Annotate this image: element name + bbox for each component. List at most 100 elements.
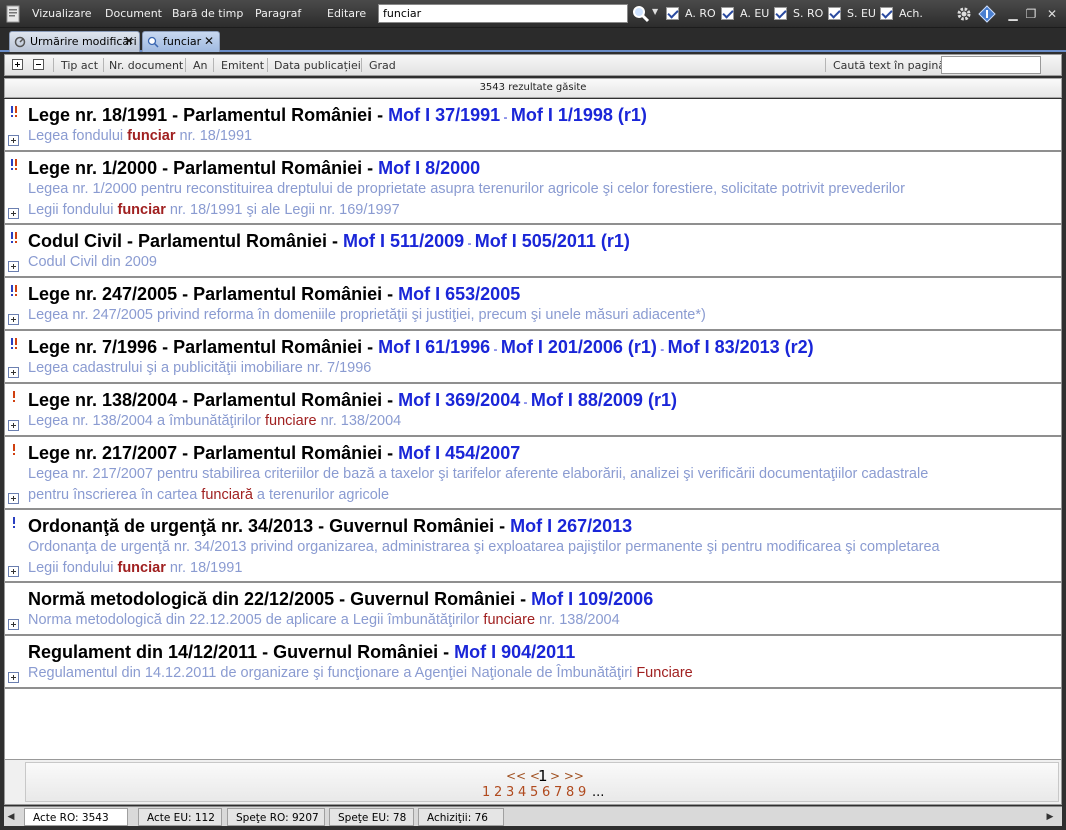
column-tip-act[interactable]: Tip act bbox=[61, 59, 98, 72]
result-row[interactable]: Lege nr. 7/1996 - Parlamentul României -… bbox=[5, 331, 1062, 384]
menu-vizualizare[interactable]: Vizualizare bbox=[32, 7, 92, 20]
expand-result-icon[interactable] bbox=[8, 566, 19, 577]
result-title[interactable]: Lege nr. 217/2007 - Parlamentul României… bbox=[28, 443, 520, 464]
act-title[interactable]: Normă metodologică din 22/12/2005 - Guve… bbox=[28, 589, 531, 609]
act-title[interactable]: Lege nr. 18/1991 - Parlamentul României … bbox=[28, 105, 388, 125]
expand-result-icon[interactable] bbox=[8, 420, 19, 431]
act-title[interactable]: Regulament din 14/12/2011 - Guvernul Rom… bbox=[28, 642, 454, 662]
act-title[interactable]: Codul Civil - Parlamentul României - bbox=[28, 231, 343, 251]
result-row[interactable]: Lege nr. 18/1991 - Parlamentul României … bbox=[5, 99, 1062, 152]
bottom-tab-acte-eu[interactable]: Acte EU: 112 bbox=[138, 808, 222, 826]
column-grad[interactable]: Grad bbox=[369, 59, 396, 72]
page-link[interactable]: 4 bbox=[518, 785, 526, 800]
next-last-page-link[interactable]: > >> bbox=[550, 769, 584, 783]
act-title[interactable]: Ordonanţă de urgenţă nr. 34/2013 - Guver… bbox=[28, 516, 510, 536]
monitorul-oficial-link[interactable]: Mof I 37/1991 bbox=[388, 105, 500, 125]
search-options-chevron-icon[interactable]: ▼ bbox=[652, 7, 658, 16]
close-window-icon[interactable]: ✕ bbox=[1043, 5, 1061, 23]
bottom-tab-achizitii[interactable]: Achiziţii: 76 bbox=[418, 808, 504, 826]
filter-checkbox-ach[interactable] bbox=[880, 7, 893, 20]
expand-result-icon[interactable] bbox=[8, 672, 19, 683]
page-link[interactable]: 3 bbox=[506, 785, 514, 800]
result-row[interactable]: Lege nr. 217/2007 - Parlamentul României… bbox=[5, 437, 1062, 510]
bottom-tab-spete-eu[interactable]: Speţe EU: 78 bbox=[329, 808, 414, 826]
act-title[interactable]: Lege nr. 7/1996 - Parlamentul României - bbox=[28, 337, 378, 357]
act-title[interactable]: Lege nr. 247/2005 - Parlamentul României… bbox=[28, 284, 398, 304]
expand-result-icon[interactable] bbox=[8, 493, 19, 504]
menu-paragraf[interactable]: Paragraf bbox=[255, 7, 301, 20]
page-link[interactable]: 1 bbox=[482, 785, 490, 800]
monitorul-oficial-link[interactable]: Mof I 88/2009 (r1) bbox=[531, 390, 677, 410]
menu-editare[interactable]: Editare bbox=[327, 7, 366, 20]
page-link[interactable]: 9 bbox=[578, 785, 586, 800]
monitorul-oficial-link[interactable]: Mof I 1/1998 (r1) bbox=[511, 105, 647, 125]
page-link[interactable]: 2 bbox=[494, 785, 502, 800]
result-title[interactable]: Ordonanţă de urgenţă nr. 34/2013 - Guver… bbox=[28, 516, 632, 537]
filter-checkbox-s-eu[interactable] bbox=[828, 7, 841, 20]
monitorul-oficial-link[interactable]: Mof I 505/2011 (r1) bbox=[475, 231, 630, 251]
result-row[interactable]: Lege nr. 1/2000 - Parlamentul României -… bbox=[5, 152, 1062, 225]
help-diamond-icon[interactable] bbox=[978, 5, 996, 23]
monitorul-oficial-link[interactable]: Mof I 904/2011 bbox=[454, 642, 575, 662]
column-nr-document[interactable]: Nr. document bbox=[109, 59, 183, 72]
filter-checkbox-s-ro[interactable] bbox=[774, 7, 787, 20]
result-title[interactable]: Regulament din 14/12/2011 - Guvernul Rom… bbox=[28, 642, 575, 663]
monitorul-oficial-link[interactable]: Mof I 511/2009 bbox=[343, 231, 464, 251]
column-an[interactable]: An bbox=[193, 59, 208, 72]
bottom-tab-spete-ro[interactable]: Speţe RO: 9207 bbox=[227, 808, 325, 826]
collapse-all-icon[interactable] bbox=[33, 59, 44, 70]
result-row[interactable]: Regulament din 14/12/2011 - Guvernul Rom… bbox=[5, 636, 1062, 689]
result-title[interactable]: Lege nr. 247/2005 - Parlamentul României… bbox=[28, 284, 520, 305]
monitorul-oficial-link[interactable]: Mof I 653/2005 bbox=[398, 284, 520, 304]
expand-result-icon[interactable] bbox=[8, 314, 19, 325]
first-prev-page-link[interactable]: << < bbox=[506, 769, 540, 783]
monitorul-oficial-link[interactable]: Mof I 109/2006 bbox=[531, 589, 653, 609]
result-row[interactable]: Ordonanţă de urgenţă nr. 34/2013 - Guver… bbox=[5, 510, 1062, 583]
column-emitent[interactable]: Emitent bbox=[221, 59, 264, 72]
expand-result-icon[interactable] bbox=[8, 208, 19, 219]
restore-icon[interactable]: ❐ bbox=[1022, 5, 1040, 23]
result-row[interactable]: Codul Civil - Parlamentul României - Mof… bbox=[5, 225, 1062, 278]
page-link[interactable]: 7 bbox=[554, 785, 562, 800]
monitorul-oficial-link[interactable]: Mof I 267/2013 bbox=[510, 516, 632, 536]
expand-result-icon[interactable] bbox=[8, 261, 19, 272]
monitorul-oficial-link[interactable]: Mof I 369/2004 bbox=[398, 390, 520, 410]
result-title[interactable]: Lege nr. 138/2004 - Parlamentul României… bbox=[28, 390, 677, 411]
minimize-icon[interactable]: ▁ bbox=[1004, 5, 1022, 23]
result-title[interactable]: Lege nr. 18/1991 - Parlamentul României … bbox=[28, 105, 647, 126]
expand-result-icon[interactable] bbox=[8, 367, 19, 378]
bottom-tab-acte-ro[interactable]: Acte RO: 3543 bbox=[24, 808, 128, 826]
result-row[interactable]: Normă metodologică din 22/12/2005 - Guve… bbox=[5, 583, 1062, 636]
filter-checkbox-a-eu[interactable] bbox=[721, 7, 734, 20]
find-in-page-input[interactable] bbox=[941, 56, 1041, 74]
result-row[interactable]: Lege nr. 138/2004 - Parlamentul României… bbox=[5, 384, 1062, 437]
expand-result-icon[interactable] bbox=[8, 135, 19, 146]
tab-funciar[interactable]: funciar ✕ bbox=[142, 31, 220, 52]
monitorul-oficial-link[interactable]: Mof I 201/2006 (r1) bbox=[501, 337, 657, 357]
monitorul-oficial-link[interactable]: Mof I 8/2000 bbox=[378, 158, 480, 178]
result-title[interactable]: Lege nr. 7/1996 - Parlamentul României -… bbox=[28, 337, 814, 358]
monitorul-oficial-link[interactable]: Mof I 83/2013 (r2) bbox=[668, 337, 814, 357]
act-title[interactable]: Lege nr. 138/2004 - Parlamentul României… bbox=[28, 390, 398, 410]
close-tab-icon[interactable]: ✕ bbox=[124, 34, 134, 48]
page-link[interactable]: 8 bbox=[566, 785, 574, 800]
page-link[interactable]: 5 bbox=[530, 785, 538, 800]
menu-document[interactable]: Document bbox=[105, 7, 162, 20]
monitorul-oficial-link[interactable]: Mof I 454/2007 bbox=[398, 443, 520, 463]
search-icon[interactable] bbox=[632, 5, 650, 23]
expand-result-icon[interactable] bbox=[8, 619, 19, 630]
result-title[interactable]: Normă metodologică din 22/12/2005 - Guve… bbox=[28, 589, 653, 610]
act-title[interactable]: Lege nr. 1/2000 - Parlamentul României - bbox=[28, 158, 378, 178]
result-row[interactable]: Lege nr. 247/2005 - Parlamentul României… bbox=[5, 278, 1062, 331]
settings-gear-icon[interactable] bbox=[955, 5, 973, 23]
menu-bara-de-timp[interactable]: Bară de timp bbox=[172, 7, 243, 20]
scroll-left-icon[interactable]: ◀ bbox=[6, 810, 16, 824]
page-link[interactable]: 6 bbox=[542, 785, 550, 800]
filter-checkbox-a-ro[interactable] bbox=[666, 7, 679, 20]
tab-urmarire-modificari[interactable]: Urmărire modificări ✕ bbox=[9, 31, 140, 52]
result-title[interactable]: Lege nr. 1/2000 - Parlamentul României -… bbox=[28, 158, 480, 179]
column-data-publicatiei[interactable]: Data publicației bbox=[274, 59, 361, 72]
expand-all-icon[interactable] bbox=[12, 59, 23, 70]
result-title[interactable]: Codul Civil - Parlamentul României - Mof… bbox=[28, 231, 630, 252]
scroll-right-icon[interactable]: ▶ bbox=[1045, 810, 1055, 824]
